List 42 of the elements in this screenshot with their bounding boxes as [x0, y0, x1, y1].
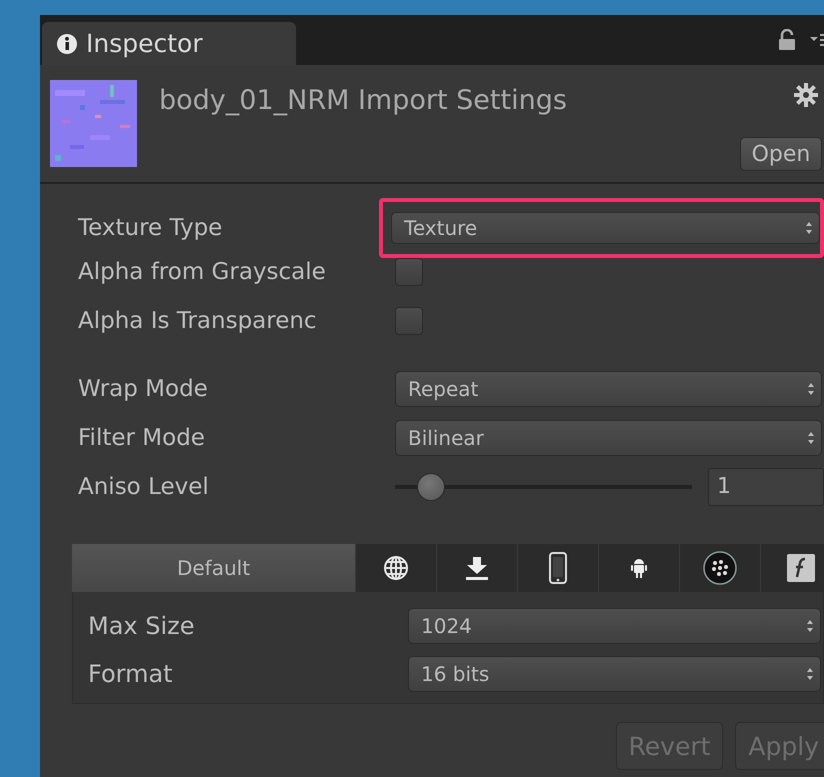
property-label: Filter Mode — [78, 424, 206, 452]
checkbox[interactable] — [395, 306, 423, 334]
globe-icon — [383, 555, 409, 581]
number-field[interactable]: 1 — [708, 468, 824, 506]
dropdown[interactable]: Texture — [391, 212, 820, 244]
property-label: Wrap Mode — [78, 374, 209, 404]
dropdown[interactable]: Bilinear — [395, 420, 822, 456]
platform-tab[interactable]: Default — [72, 544, 356, 592]
property-label: Max Size — [88, 611, 196, 642]
dropdown[interactable]: Repeat — [395, 370, 822, 406]
stepper-icon — [806, 619, 814, 633]
lock-icon[interactable] — [778, 29, 796, 51]
property-label: Format — [88, 659, 174, 690]
platform-tab[interactable] — [356, 544, 437, 592]
platform-tab[interactable] — [599, 544, 680, 592]
platform-tab[interactable] — [437, 544, 518, 592]
dropdown[interactable]: 16 bits — [408, 656, 821, 692]
dropdown[interactable]: 1024 — [408, 608, 821, 644]
tab-label: Inspector — [86, 29, 203, 58]
menu-icon[interactable] — [810, 32, 824, 48]
property-label: Aniso Level — [78, 472, 210, 502]
property-label: Alpha Is Transparenc — [78, 306, 318, 336]
stepper-icon — [807, 382, 815, 396]
property-label: Alpha from Grayscale — [78, 258, 327, 286]
platform-tab[interactable] — [518, 544, 599, 592]
info-icon — [56, 32, 78, 54]
stepper-icon — [805, 221, 813, 235]
dots-icon — [703, 551, 737, 585]
slider-thumb[interactable] — [416, 472, 445, 500]
platform-tab[interactable] — [761, 544, 824, 592]
tile-icon — [787, 554, 815, 582]
asset-title: body_01_NRM Import Settings — [159, 85, 567, 118]
stepper-icon — [806, 667, 814, 681]
open-button[interactable]: Open — [740, 137, 822, 171]
stepper-icon — [807, 430, 815, 444]
checkbox[interactable] — [395, 258, 423, 286]
phone-icon — [548, 552, 568, 584]
download-icon — [465, 555, 489, 581]
platform-tab[interactable] — [680, 544, 761, 592]
property-label: Texture Type — [78, 214, 224, 243]
robot-icon — [631, 557, 647, 579]
inspector-tab[interactable]: Inspector — [42, 22, 296, 65]
